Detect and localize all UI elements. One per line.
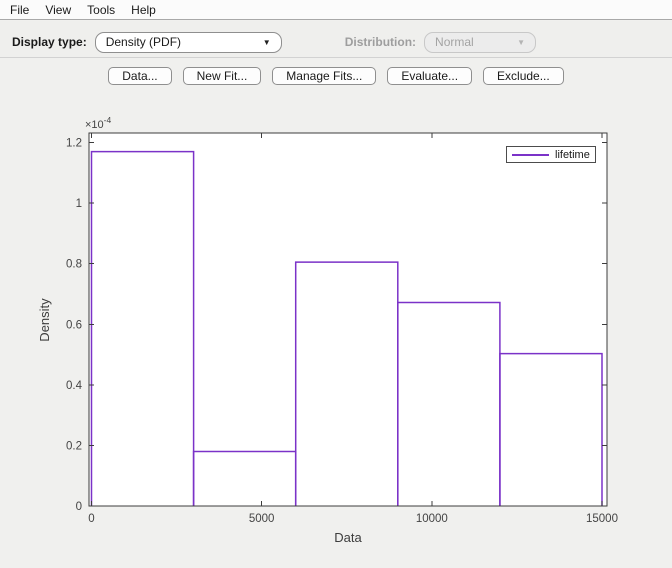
x-tick-label: 15000 — [586, 513, 618, 525]
legend-label: lifetime — [555, 148, 590, 161]
y-tick-label: 1.2 — [66, 138, 82, 150]
y-tick-label: 0 — [76, 501, 82, 513]
histogram-canvas: 0 5000 10000 15000 0 0.2 0.4 0.6 0.8 1 1.2×10-4 Dat… — [37, 115, 618, 545]
x-tick-label: 0 — [88, 513, 94, 525]
plot-background — [89, 133, 607, 506]
y-tick-label: 0.6 — [66, 319, 82, 331]
legend[interactable]: lifetime — [506, 146, 596, 163]
x-axis-label: Data — [334, 530, 362, 545]
y-tick-label: 0.4 — [66, 380, 83, 392]
y-tick-label: 0.8 — [66, 259, 82, 271]
legend-line-sample — [512, 153, 549, 156]
y-axis-label: Density — [37, 298, 52, 342]
plot-area: 0 5000 10000 15000 0 0.2 0.4 0.6 0.8 1 1.2 ×10-4 Dat… — [0, 0, 672, 568]
y-tick-label: 0.2 — [66, 440, 82, 452]
y-tick-label: 1 — [76, 198, 82, 210]
x-tick-label: 5000 — [249, 513, 275, 525]
y-axis-exponent: ×10-4 — [85, 115, 112, 131]
x-tick-label: 10000 — [416, 513, 448, 525]
